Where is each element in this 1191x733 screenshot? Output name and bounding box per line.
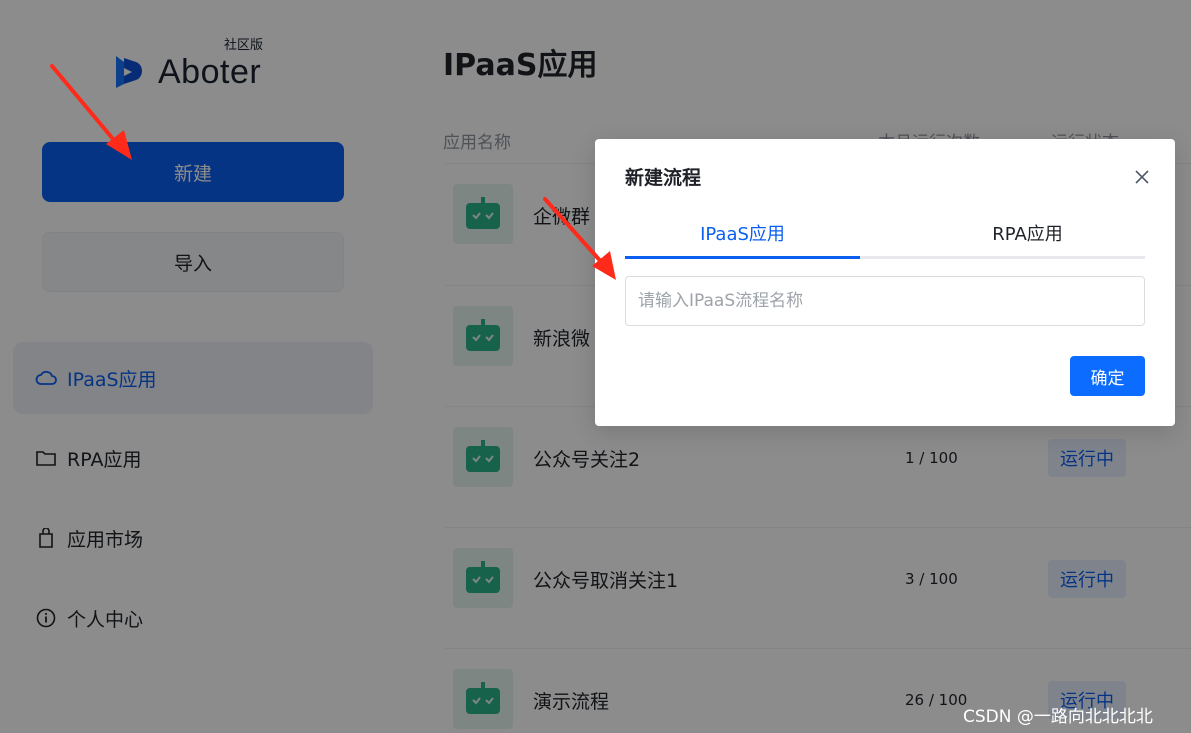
tab-ipaas[interactable]: IPaaS应用 bbox=[625, 217, 860, 259]
new-flow-dialog: 新建流程 IPaaS应用 RPA应用 确定 bbox=[595, 139, 1175, 426]
dialog-tabs: IPaaS应用 RPA应用 bbox=[625, 217, 1145, 259]
watermark: CSDN @一路向北北北北 bbox=[963, 707, 1153, 727]
confirm-button[interactable]: 确定 bbox=[1070, 356, 1145, 396]
close-icon[interactable] bbox=[1132, 167, 1152, 187]
flow-name-input[interactable] bbox=[625, 276, 1145, 326]
tab-rpa[interactable]: RPA应用 bbox=[910, 217, 1145, 259]
dialog-title: 新建流程 bbox=[625, 167, 702, 189]
tab-active-indicator bbox=[625, 256, 860, 259]
